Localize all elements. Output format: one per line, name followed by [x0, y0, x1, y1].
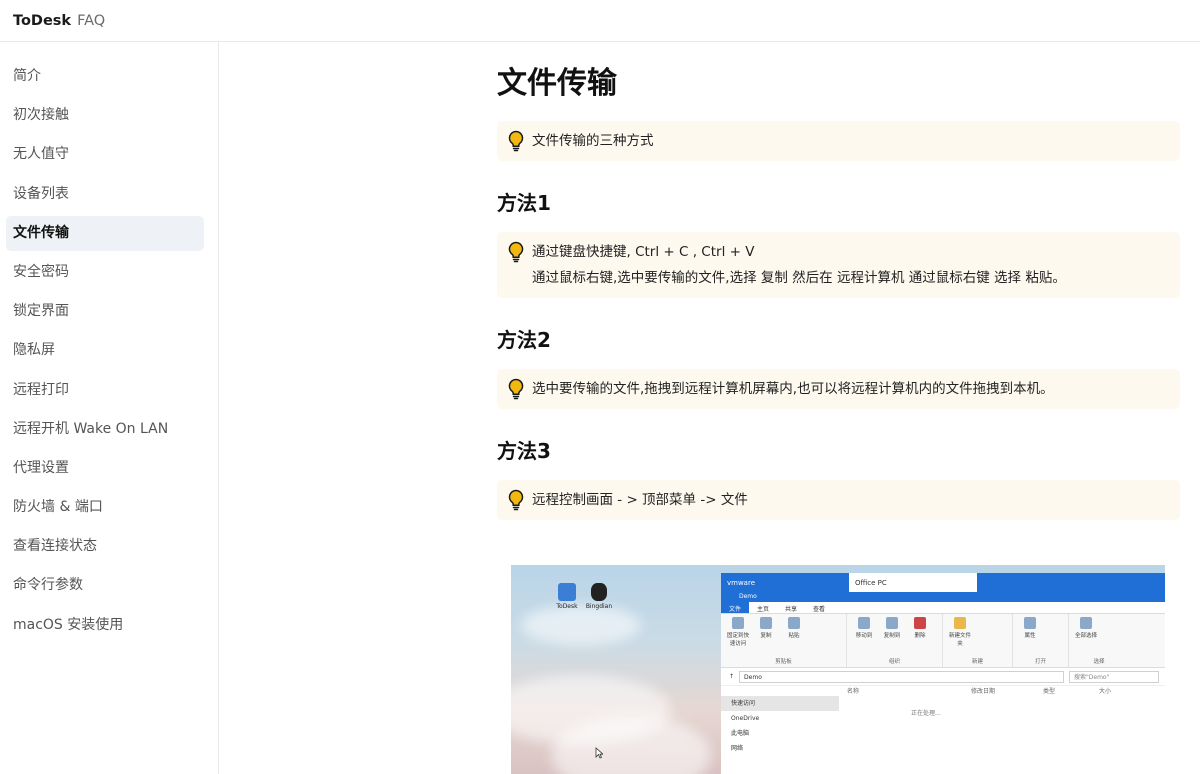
- ribbon-group-select: 全部选择 选择: [1069, 614, 1129, 667]
- remote-tab-bar: vmware Office PC: [721, 573, 1165, 592]
- folder-icon: [954, 617, 966, 629]
- ribbon-group-clipboard: 固定到快速访问 复制 粘贴 剪贴板: [721, 614, 847, 667]
- nav-network[interactable]: 网络: [721, 741, 839, 756]
- up-arrow-icon[interactable]: ↑: [729, 673, 734, 680]
- address-bar: ↑ Demo 搜索"Demo": [721, 668, 1165, 686]
- method-2-heading: 方法2: [497, 328, 551, 352]
- sidebar-item-10[interactable]: 代理设置: [6, 451, 204, 486]
- move-icon: [858, 617, 870, 629]
- intro-tip: 文件传输的三种方式: [497, 121, 1180, 161]
- explorer-body: 快速访问 OneDrive 此电脑 网络 名称 修改日期 类型 大小 正在处理.…: [721, 686, 1165, 756]
- col-name[interactable]: 名称: [847, 686, 971, 698]
- tip-text: 文件传输的三种方式: [532, 133, 654, 149]
- nav-onedrive[interactable]: OneDrive: [721, 711, 839, 726]
- navigation-pane: 快速访问 OneDrive 此电脑 网络: [721, 686, 839, 756]
- ribbon-group-open: 属性 打开: [1013, 614, 1069, 667]
- sidebar-item-14[interactable]: macOS 安装使用: [6, 608, 204, 643]
- method-3-heading: 方法3: [497, 439, 551, 463]
- paste-icon: [788, 617, 800, 629]
- delete-icon: [914, 617, 926, 629]
- sidebar: 简介初次接触无人值守设备列表 文件传输安全密码锁定界面隐私屏远程打印远程开机 Wa…: [0, 42, 219, 774]
- sidebar-item-12[interactable]: 查看连接状态: [6, 529, 204, 564]
- method-1-heading: 方法1: [497, 191, 551, 215]
- sidebar-item-2[interactable]: 无人值守: [6, 137, 204, 172]
- sidebar-item-1[interactable]: 初次接触: [6, 98, 204, 133]
- ribbon-group-new: 新建文件夹 新建: [943, 614, 1013, 667]
- pin-icon: [732, 617, 744, 629]
- sidebar-item-6[interactable]: 锁定界面: [6, 294, 204, 329]
- ribbon-tab-view[interactable]: 查看: [805, 602, 833, 613]
- method-1-tip: 通过键盘快捷键, Ctrl + C , Ctrl + V 通过鼠标右键,选中要传…: [497, 232, 1180, 298]
- brand-logo[interactable]: ToDesk: [13, 13, 71, 29]
- col-date[interactable]: 修改日期: [971, 686, 1043, 698]
- search-input[interactable]: 搜索"Demo": [1069, 670, 1159, 683]
- nav-this-pc[interactable]: 此电脑: [721, 726, 839, 741]
- main-content: 文件传输 文件传输的三种方式 方法1 通过键盘快捷键, Ctrl + C , C…: [497, 42, 1180, 520]
- file-explorer-window: vmware Office PC Demo 文件 主页 共享 查看 固定到快速访…: [721, 573, 1165, 774]
- top-navbar: ToDesk FAQ: [0, 0, 1200, 42]
- properties-icon: [1024, 617, 1036, 629]
- status-text: 正在处理...: [911, 710, 941, 717]
- address-input[interactable]: Demo: [739, 670, 1064, 683]
- tab-office-pc[interactable]: Office PC: [849, 573, 977, 592]
- sidebar-item-8[interactable]: 远程打印: [6, 373, 204, 408]
- ribbon-group-organize: 移动到 复制到 删除 组织: [847, 614, 943, 667]
- method-3-tip: 远程控制画面 - > 顶部菜单 -> 文件: [497, 480, 1180, 520]
- tip-line: 远程控制画面 - > 顶部菜单 -> 文件: [532, 492, 748, 508]
- ribbon-tab-file[interactable]: 文件: [721, 602, 750, 613]
- tab-vmware[interactable]: vmware: [721, 573, 849, 592]
- tip-line: 选中要传输的文件,拖拽到远程计算机屏幕内,也可以将远程计算机内的文件拖拽到本机。: [532, 381, 1054, 397]
- method-2-tip: 选中要传输的文件,拖拽到远程计算机屏幕内,也可以将远程计算机内的文件拖拽到本机。: [497, 369, 1180, 409]
- col-size[interactable]: 大小: [1099, 686, 1111, 698]
- file-list: 名称 修改日期 类型 大小 正在处理...: [839, 686, 1165, 756]
- ribbon-tab-home[interactable]: 主页: [749, 602, 777, 613]
- sidebar-item-5[interactable]: 安全密码: [6, 255, 204, 290]
- desktop-icon-bingdian: Bingdian: [569, 583, 629, 610]
- ribbon-tabs: 文件 主页 共享 查看: [721, 602, 1165, 614]
- select-all-icon: [1080, 617, 1092, 629]
- sidebar-item-11[interactable]: 防火墙 & 端口: [6, 490, 204, 525]
- window-folder-title: Demo: [721, 592, 1165, 602]
- sidebar-item-3[interactable]: 设备列表: [6, 177, 204, 212]
- mouse-cursor-icon: [595, 747, 603, 759]
- sidebar-item-9[interactable]: 远程开机 Wake On LAN: [6, 412, 204, 447]
- ribbon: 固定到快速访问 复制 粘贴 剪贴板 移动到 复制到 删除 组织 新建文件夹 新建…: [721, 614, 1165, 668]
- sidebar-item-4[interactable]: 文件传输: [6, 215, 204, 251]
- tip-line: 通过鼠标右键,选中要传输的文件,选择 复制 然后在 远程计算机 通过鼠标右键 选…: [532, 270, 1066, 286]
- lightbulb-icon: [508, 378, 524, 400]
- sidebar-item-13[interactable]: 命令行参数: [6, 568, 204, 603]
- col-type[interactable]: 类型: [1043, 686, 1099, 698]
- brand-subtitle: FAQ: [77, 12, 106, 29]
- lightbulb-icon: [508, 489, 524, 511]
- file-transfer-screenshot: ToDesk Bingdian vmware Office PC Demo 文件…: [511, 565, 1165, 774]
- ribbon-tab-share[interactable]: 共享: [777, 602, 805, 613]
- lightbulb-icon: [508, 241, 524, 263]
- sidebar-item-7[interactable]: 隐私屏: [6, 333, 204, 368]
- bug-app-icon: [591, 583, 607, 601]
- sidebar-item-0[interactable]: 简介: [6, 59, 204, 94]
- lightbulb-icon: [508, 130, 524, 152]
- copy-icon: [760, 617, 772, 629]
- tip-line: 通过键盘快捷键, Ctrl + C , Ctrl + V: [532, 244, 755, 260]
- nav-quick-access[interactable]: 快速访问: [721, 696, 839, 711]
- page-title: 文件传输: [497, 66, 617, 101]
- copy-to-icon: [886, 617, 898, 629]
